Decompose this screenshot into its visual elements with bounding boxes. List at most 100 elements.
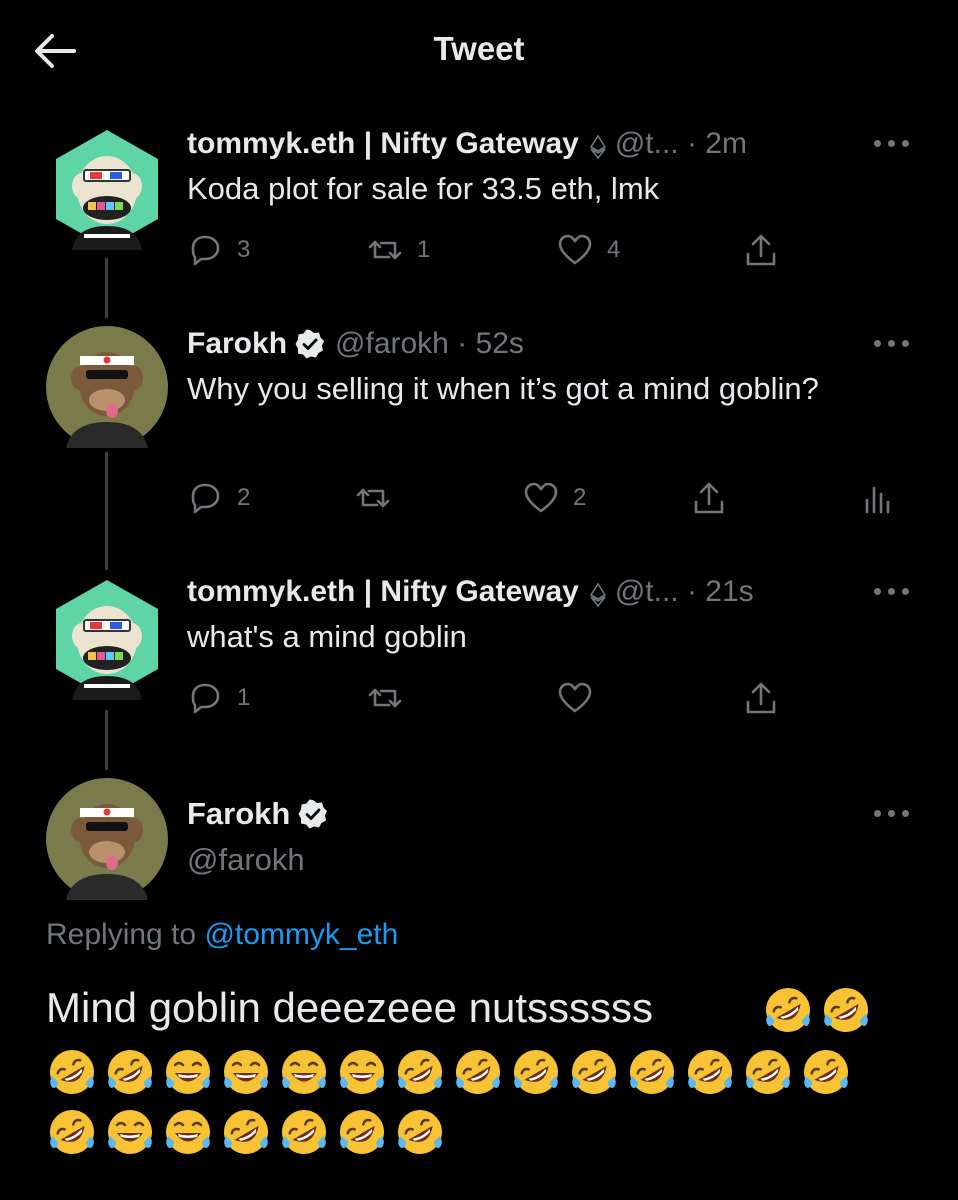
rofl-emoji-icon: [46, 1046, 98, 1098]
tweet-actions: 3 1 4: [187, 230, 907, 270]
handle[interactable]: @t...: [615, 574, 679, 610]
tweet-meta: Farokh @farokh · 52s: [187, 326, 918, 362]
rofl-emoji-icon: [46, 1106, 98, 1158]
rofl-emoji-icon: [626, 1046, 678, 1098]
rofl-emoji-icon: [684, 1046, 736, 1098]
share-button[interactable]: [743, 678, 779, 718]
display-name[interactable]: tommyk.eth | Nifty Gateway: [187, 574, 579, 610]
more-options-icon[interactable]: [874, 340, 910, 350]
more-options-icon[interactable]: [874, 810, 910, 820]
ethereum-icon: [589, 580, 607, 608]
tweet-actions: 1: [187, 678, 907, 718]
avatar-tommyk[interactable]: [46, 578, 168, 700]
share-icon: [694, 482, 724, 514]
joy-emoji-icon: [220, 1046, 272, 1098]
joy-emoji-icon: [104, 1106, 156, 1158]
joy-emoji-icon: [162, 1106, 214, 1158]
timestamp[interactable]: · 2m: [687, 126, 747, 162]
reply-icon: [191, 683, 220, 714]
verified-badge-icon: [295, 329, 325, 359]
like-button[interactable]: 4: [557, 230, 620, 270]
share-button[interactable]: [743, 230, 779, 270]
timestamp[interactable]: · 21s: [687, 574, 754, 610]
rofl-emoji-icon: [452, 1046, 504, 1098]
reply-icon: [191, 483, 220, 514]
avatar-farokh[interactable]: [46, 778, 168, 900]
thread-line: [105, 710, 108, 770]
share-button[interactable]: [691, 478, 727, 518]
reply-count: 1: [237, 684, 251, 711]
handle[interactable]: @t...: [615, 126, 679, 162]
thread-line: [105, 452, 108, 570]
rofl-emoji-icon: [104, 1046, 156, 1098]
rofl-emoji-icon: [394, 1046, 446, 1098]
retweet-icon: [356, 488, 390, 508]
rofl-emoji-icon: [800, 1046, 852, 1098]
retweet-icon: [368, 688, 402, 708]
display-name[interactable]: Farokh: [187, 326, 287, 362]
rofl-emoji-icon: [762, 984, 814, 1036]
avatar-tommyk[interactable]: [46, 128, 168, 250]
tweet-text: Why you selling it when it’s got a mind …: [187, 371, 819, 406]
rofl-emoji-icon: [820, 984, 872, 1036]
rofl-emoji-icon: [742, 1046, 794, 1098]
replying-prefix: Replying to: [46, 918, 197, 951]
author-row: Farokh: [187, 794, 338, 834]
handle[interactable]: @farokh: [335, 326, 449, 362]
emoji-row: [46, 1106, 452, 1166]
rofl-emoji-icon: [394, 1106, 446, 1158]
reply-button[interactable]: 3: [187, 230, 250, 270]
like-count: 2: [573, 484, 587, 511]
retweet-button[interactable]: [367, 678, 403, 718]
tweet-text: Koda plot for sale for 33.5 eth, lmk: [187, 171, 660, 206]
analytics-icon: [865, 486, 890, 514]
avatar-farokh[interactable]: [46, 326, 168, 448]
display-name[interactable]: tommyk.eth | Nifty Gateway: [187, 126, 579, 162]
reply-count: 3: [237, 236, 251, 263]
ethereum-icon: [589, 132, 607, 160]
heart-icon: [558, 234, 592, 265]
like-button[interactable]: 2: [523, 478, 586, 518]
replying-mention-link[interactable]: @tommyk_eth: [204, 918, 398, 951]
reply-icon: [191, 235, 220, 266]
joy-emoji-icon: [162, 1046, 214, 1098]
display-name[interactable]: Farokh: [187, 796, 290, 832]
page-title: Tweet: [433, 30, 525, 67]
emoji-row: [46, 1046, 858, 1106]
handle[interactable]: @farokh: [187, 842, 305, 878]
retweet-button[interactable]: [355, 478, 405, 518]
heart-icon: [558, 682, 592, 713]
rofl-emoji-icon: [510, 1046, 562, 1098]
more-options-icon[interactable]: [874, 588, 910, 598]
retweet-icon: [368, 240, 402, 260]
share-icon: [746, 234, 776, 266]
tweet-meta: tommyk.eth | Nifty Gateway @t... · 2m: [187, 126, 918, 162]
heart-icon: [524, 482, 558, 513]
reply-count: 2: [237, 484, 251, 511]
timestamp[interactable]: · 52s: [457, 326, 524, 362]
replying-to: Replying to @tommyk_eth: [46, 918, 398, 952]
rofl-emoji-icon: [336, 1106, 388, 1158]
reply-button[interactable]: 2: [187, 478, 250, 518]
rofl-emoji-icon: [220, 1106, 272, 1158]
analytics-button[interactable]: [859, 478, 895, 518]
tweet-text: what's a mind goblin: [187, 619, 467, 654]
reply-button[interactable]: 1: [187, 678, 250, 718]
share-icon: [746, 682, 776, 714]
like-count: 4: [607, 236, 621, 263]
verified-badge-icon: [298, 799, 328, 829]
thread-line: [105, 258, 108, 318]
retweet-count: 1: [417, 236, 431, 263]
rofl-emoji-icon: [568, 1046, 620, 1098]
emoji-row: [762, 984, 878, 1044]
tweet-meta: tommyk.eth | Nifty Gateway @t... · 21s: [187, 574, 918, 610]
joy-emoji-icon: [336, 1046, 388, 1098]
top-bar: Tweet: [0, 0, 958, 100]
like-button[interactable]: [557, 678, 593, 718]
more-options-icon[interactable]: [874, 140, 910, 150]
tweet-text-content: Mind goblin deeezeee nutssssss: [46, 984, 654, 1031]
retweet-button[interactable]: 1: [367, 230, 430, 270]
joy-emoji-icon: [278, 1046, 330, 1098]
rofl-emoji-icon: [278, 1106, 330, 1158]
tweet-actions: 2 2: [187, 478, 907, 518]
